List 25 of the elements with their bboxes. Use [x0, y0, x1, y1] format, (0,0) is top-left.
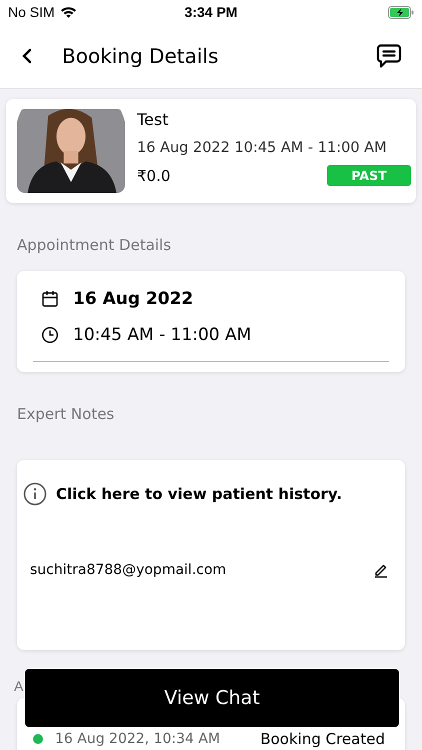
back-icon — [22, 48, 32, 64]
clock-text: 3:34 PM — [184, 4, 238, 20]
section-heading: Expert Notes — [17, 405, 116, 423]
calendar-icon — [41, 290, 59, 308]
status-badge: PAST — [327, 165, 411, 186]
client-name: Test — [137, 110, 170, 129]
appointment-time: 10:45 AM - 11:00 AM — [73, 325, 252, 345]
appointment-date: 16 Aug 2022 — [73, 289, 194, 309]
activity-label: Booking Created — [260, 730, 385, 748]
screen-title: Booking Details — [62, 44, 220, 68]
price-text: ₹0.0 — [137, 166, 170, 184]
section-heading: A — [14, 678, 24, 694]
section-heading: Appointment Details — [17, 236, 172, 254]
booking-datetime: 16 Aug 2022 10:45 AM - 11:00 AM — [137, 140, 388, 156]
email-text: suchitra8788@yopmail.com — [30, 562, 226, 578]
chat-icon[interactable] — [376, 43, 402, 69]
view-chat-button[interactable]: View Chat — [25, 669, 399, 727]
patient-history-link[interactable]: Click here to view patient history. — [56, 485, 342, 503]
carrier-text: No SIM — [8, 4, 55, 20]
battery-icon — [388, 6, 414, 18]
activity-time: 16 Aug 2022, 10:34 AM — [55, 731, 222, 747]
wifi-icon — [60, 6, 77, 18]
clock-icon — [41, 326, 59, 344]
edit-icon[interactable] — [373, 562, 389, 578]
info-icon — [23, 482, 47, 506]
